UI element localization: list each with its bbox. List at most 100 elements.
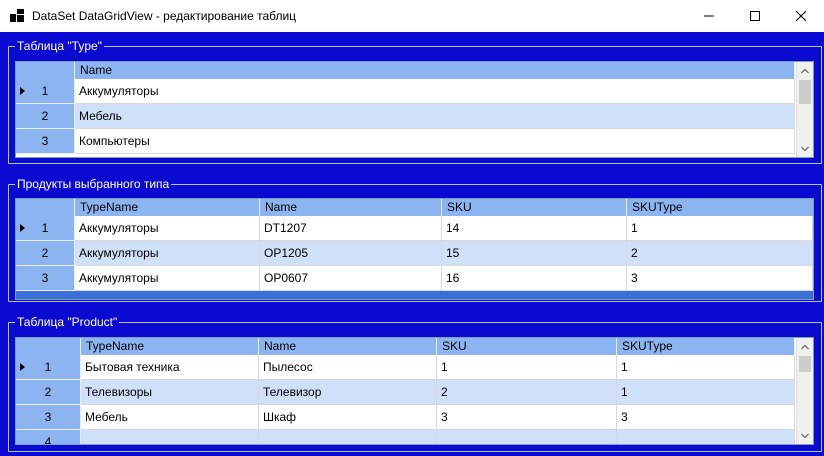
maximize-icon (750, 11, 760, 21)
grid-corner[interactable] (16, 199, 75, 216)
scroll-up-button[interactable] (797, 62, 813, 79)
grid-cell[interactable]: Компьютеры (75, 129, 795, 154)
table-row[interactable]: 1 Аккумуляторы DT1207 14 1 (16, 216, 813, 241)
column-header-typename[interactable]: TypeName (81, 338, 259, 355)
chevron-down-icon (801, 146, 809, 151)
column-header-sku[interactable]: SKU (437, 338, 617, 355)
grid-cell[interactable]: Аккумуляторы (75, 241, 260, 266)
grid-corner[interactable] (16, 338, 81, 355)
row-header[interactable]: 3 (16, 266, 75, 291)
grid-cell[interactable] (259, 430, 437, 444)
column-header-sku[interactable]: SKU (442, 199, 627, 216)
type-header-row: Name (16, 62, 795, 79)
minimize-icon (704, 15, 714, 17)
product-grid[interactable]: TypeName Name SKU SKUType 1 Бытовая техн… (15, 337, 814, 445)
product-groupbox: Таблица "Product" TypeName Name SKU SKUT… (8, 315, 822, 452)
row-header[interactable]: 4 (16, 430, 81, 444)
grid-cell[interactable]: Мебель (75, 104, 795, 129)
grid-cell[interactable]: 14 (442, 216, 627, 241)
table-row[interactable]: 3 Компьютеры (16, 129, 795, 154)
minimize-button[interactable] (686, 0, 732, 32)
grid-cell[interactable]: 1 (617, 380, 795, 405)
type-group-label: Таблица "Type" (15, 39, 104, 54)
row-header[interactable]: 1 (16, 216, 75, 241)
row-header[interactable]: 2 (16, 104, 75, 129)
grid-cell[interactable] (437, 430, 617, 444)
grid-cell[interactable] (617, 430, 795, 444)
grid-cell[interactable]: Телевизоры (81, 380, 259, 405)
row-header[interactable]: 2 (16, 380, 81, 405)
grid-cell[interactable]: 1 (437, 355, 617, 380)
row-header[interactable]: 3 (16, 129, 75, 154)
grid-cell[interactable]: 2 (437, 380, 617, 405)
grid-cell[interactable]: 1 (627, 216, 813, 241)
product-vertical-scrollbar[interactable] (796, 338, 813, 444)
grid-empty-area (16, 291, 813, 299)
maximize-button[interactable] (732, 0, 778, 32)
column-header-name[interactable]: Name (75, 62, 795, 79)
selected-products-groupbox: Продукты выбранного типа TypeName Name S… (8, 177, 822, 302)
column-header-name[interactable]: Name (259, 338, 437, 355)
row-header[interactable]: 1 (16, 79, 75, 104)
grid-cell[interactable]: Аккумуляторы (75, 266, 260, 291)
table-row[interactable]: 1 Бытовая техника Пылесос 1 1 (16, 355, 795, 380)
table-row[interactable]: 3 Аккумуляторы OP0607 16 3 (16, 266, 813, 291)
row-header[interactable]: 3 (16, 405, 81, 430)
grid-cell[interactable]: 3 (627, 266, 813, 291)
column-header-skutype[interactable]: SKUType (617, 338, 795, 355)
current-row-arrow-icon (20, 87, 25, 95)
scroll-thumb[interactable] (799, 80, 811, 104)
scroll-down-button[interactable] (797, 140, 813, 157)
grid-cell[interactable]: DT1207 (260, 216, 442, 241)
type-vertical-scrollbar[interactable] (796, 62, 813, 157)
selected-products-group-label: Продукты выбранного типа (15, 177, 172, 192)
grid-cell[interactable]: 2 (627, 241, 813, 266)
product-group-label: Таблица "Product" (15, 315, 120, 330)
scroll-down-button[interactable] (797, 427, 813, 444)
current-row-arrow-icon (20, 363, 25, 371)
grid-cell[interactable]: Пылесос (259, 355, 437, 380)
column-header-skutype[interactable]: SKUType (627, 199, 813, 216)
grid-cell[interactable]: 3 (437, 405, 617, 430)
table-row[interactable]: 4 (16, 430, 795, 444)
grid-corner[interactable] (16, 62, 75, 79)
grid-cell[interactable]: 16 (442, 266, 627, 291)
selected-products-header-row: TypeName Name SKU SKUType (16, 199, 813, 216)
grid-cell[interactable]: 3 (617, 405, 795, 430)
grid-cell[interactable] (81, 430, 259, 444)
table-row[interactable]: 2 Мебель (16, 104, 795, 129)
grid-cell[interactable]: Шкаф (259, 405, 437, 430)
grid-cell[interactable]: Аккумуляторы (75, 216, 260, 241)
grid-cell[interactable]: OP0607 (260, 266, 442, 291)
product-header-row: TypeName Name SKU SKUType (16, 338, 795, 355)
chevron-up-icon (801, 68, 809, 73)
title-bar: DataSet DataGridView - редактирование та… (0, 0, 824, 32)
table-row[interactable]: 2 Телевизоры Телевизор 2 1 (16, 380, 795, 405)
chevron-down-icon (801, 433, 809, 438)
grid-cell[interactable]: 1 (617, 355, 795, 380)
row-header[interactable]: 2 (16, 241, 75, 266)
close-button[interactable] (778, 0, 824, 32)
grid-cell[interactable]: OP1205 (260, 241, 442, 266)
grid-cell[interactable]: Аккумуляторы (75, 79, 795, 104)
app-window-icon (9, 8, 25, 24)
grid-cell[interactable]: Мебель (81, 405, 259, 430)
close-icon (795, 10, 807, 22)
table-row[interactable]: 2 Аккумуляторы OP1205 15 2 (16, 241, 813, 266)
window-title: DataSet DataGridView - редактирование та… (32, 9, 297, 23)
selected-products-grid[interactable]: TypeName Name SKU SKUType 1 Аккумуляторы… (15, 198, 814, 300)
type-groupbox: Таблица "Type" Name 1 Аккумуляторы 2 Меб… (8, 39, 822, 164)
grid-cell[interactable]: 15 (442, 241, 627, 266)
scroll-thumb[interactable] (799, 356, 811, 372)
chevron-up-icon (801, 344, 809, 349)
current-row-arrow-icon (20, 224, 25, 232)
column-header-typename[interactable]: TypeName (75, 199, 260, 216)
row-header[interactable]: 1 (16, 355, 81, 380)
type-grid[interactable]: Name 1 Аккумуляторы 2 Мебель 3 Компьютер… (15, 61, 814, 158)
scroll-up-button[interactable] (797, 338, 813, 355)
table-row[interactable]: 3 Мебель Шкаф 3 3 (16, 405, 795, 430)
grid-cell[interactable]: Бытовая техника (81, 355, 259, 380)
grid-cell[interactable]: Телевизор (259, 380, 437, 405)
table-row[interactable]: 1 Аккумуляторы (16, 79, 795, 104)
column-header-name[interactable]: Name (260, 199, 442, 216)
